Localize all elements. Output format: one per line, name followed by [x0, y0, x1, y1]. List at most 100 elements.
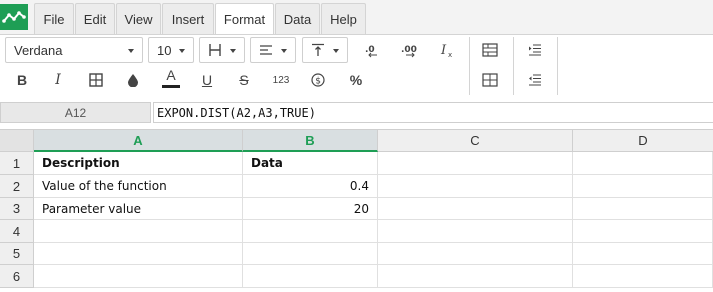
menu-view[interactable]: View [116, 3, 161, 34]
cell-b5[interactable] [243, 243, 378, 265]
clear-formatting-button[interactable]: I x [434, 37, 460, 63]
align-top-icon [312, 43, 324, 56]
decrease-decimals-button[interactable]: .0 [359, 37, 385, 63]
cell-a4[interactable] [34, 220, 243, 243]
borders-select[interactable] [199, 37, 245, 63]
cell-b1[interactable]: Data [243, 152, 378, 175]
number-format-button[interactable]: 123 [268, 67, 294, 93]
indent-increase-icon [529, 44, 541, 56]
chevron-down-icon [230, 49, 236, 53]
row-header-6[interactable]: 6 [0, 265, 34, 288]
cell-b3[interactable]: 20 [243, 198, 378, 220]
row-header-4[interactable]: 4 [0, 220, 34, 243]
vertical-align-select[interactable] [302, 37, 348, 63]
percent-format-button[interactable]: % [343, 67, 369, 93]
borders-icon [209, 44, 221, 56]
menu-edit[interactable]: Edit [75, 3, 115, 34]
text-color-button[interactable]: A [158, 65, 184, 91]
app-logo-icon[interactable] [0, 4, 28, 30]
formula-input[interactable]: EXPON.DIST(A2,A3,TRUE) [153, 102, 713, 123]
cell-c5[interactable] [378, 243, 573, 265]
column-header-b[interactable]: B [243, 130, 378, 152]
clear-formatting-icon: I x [440, 43, 452, 58]
italic-button[interactable]: I [45, 67, 71, 93]
menu-insert[interactable]: Insert [162, 3, 214, 34]
bold-button[interactable]: B [9, 67, 35, 93]
font-size-value: 10 [157, 42, 172, 58]
chevron-down-icon [128, 49, 134, 53]
name-box[interactable]: A12 [0, 102, 151, 123]
text-color-swatch [162, 85, 180, 88]
font-family-select[interactable]: Verdana [5, 37, 143, 63]
toolbar-separator [557, 37, 558, 95]
toolbar-separator [513, 37, 514, 95]
decrease-decimals-icon: .0 [365, 45, 377, 58]
increase-decimals-icon: .00 [401, 45, 417, 58]
font-size-select[interactable]: 10 [148, 37, 194, 63]
cell-borders-button[interactable] [83, 67, 109, 93]
toolbar: Verdana 10 .0 .00 I x B I A U S 123 $ % [0, 34, 713, 100]
cell-c3[interactable] [378, 198, 573, 220]
cell-c4[interactable] [378, 220, 573, 243]
cell-d2[interactable] [573, 175, 713, 198]
svg-text:x: x [448, 51, 452, 58]
cell-a5[interactable] [34, 243, 243, 265]
menu-file[interactable]: File [34, 3, 74, 34]
all-borders-icon [89, 73, 103, 87]
cell-d4[interactable] [573, 220, 713, 243]
fill-color-button[interactable] [120, 67, 146, 93]
cell-d6[interactable] [573, 265, 713, 288]
grid-icon [482, 73, 498, 87]
text-color-label: A [166, 67, 176, 83]
underline-button[interactable]: U [194, 67, 220, 93]
select-all-corner[interactable] [0, 130, 34, 152]
formula-bar: A12 EXPON.DIST(A2,A3,TRUE) [0, 100, 713, 124]
chevron-down-icon [333, 49, 339, 53]
cell-a2[interactable]: Value of the function [34, 175, 243, 198]
cell-d3[interactable] [573, 198, 713, 220]
currency-format-button[interactable]: $ [305, 67, 331, 93]
cell-a6[interactable] [34, 265, 243, 288]
merge-cells-icon [482, 43, 498, 57]
increase-decimals-button[interactable]: .00 [397, 37, 423, 63]
row-header-3[interactable]: 3 [0, 198, 34, 220]
row-header-5[interactable]: 5 [0, 243, 34, 265]
cell-d1[interactable] [573, 152, 713, 175]
cell-c6[interactable] [378, 265, 573, 288]
cell-b4[interactable] [243, 220, 378, 243]
horizontal-align-select[interactable] [250, 37, 296, 63]
chevron-down-icon [179, 49, 185, 53]
spreadsheet-grid: A B C D 1 2 3 4 5 6 Description Data Val… [0, 129, 713, 292]
currency-icon: $ [311, 73, 325, 87]
decrease-indent-button[interactable] [522, 67, 548, 93]
indent-decrease-icon [529, 74, 541, 86]
merge-cells-button[interactable] [477, 37, 503, 63]
cell-c1[interactable] [378, 152, 573, 175]
increase-indent-button[interactable] [522, 37, 548, 63]
column-header-c[interactable]: C [378, 130, 573, 152]
cell-d5[interactable] [573, 243, 713, 265]
cell-a1[interactable]: Description [34, 152, 243, 175]
column-header-d[interactable]: D [573, 130, 713, 152]
menu-bar: File Edit View Insert Format Data Help [0, 0, 713, 35]
strikethrough-button[interactable]: S [231, 67, 257, 93]
svg-text:I: I [440, 43, 447, 58]
cell-c2[interactable] [378, 175, 573, 198]
menu-help[interactable]: Help [321, 3, 366, 34]
split-cells-button[interactable] [477, 67, 503, 93]
font-family-value: Verdana [14, 42, 63, 58]
cell-b6[interactable] [243, 265, 378, 288]
align-left-icon [260, 45, 272, 55]
cell-b2[interactable]: 0.4 [243, 175, 378, 198]
chevron-down-icon [281, 49, 287, 53]
toolbar-separator [469, 37, 470, 95]
svg-text:.00: .00 [401, 45, 417, 55]
droplet-icon [128, 74, 138, 87]
svg-text:$: $ [315, 77, 321, 87]
menu-format[interactable]: Format [215, 3, 274, 35]
row-header-2[interactable]: 2 [0, 175, 34, 198]
cell-a3[interactable]: Parameter value [34, 198, 243, 220]
menu-data[interactable]: Data [275, 3, 320, 34]
column-header-a[interactable]: A [34, 130, 243, 152]
row-header-1[interactable]: 1 [0, 152, 34, 175]
